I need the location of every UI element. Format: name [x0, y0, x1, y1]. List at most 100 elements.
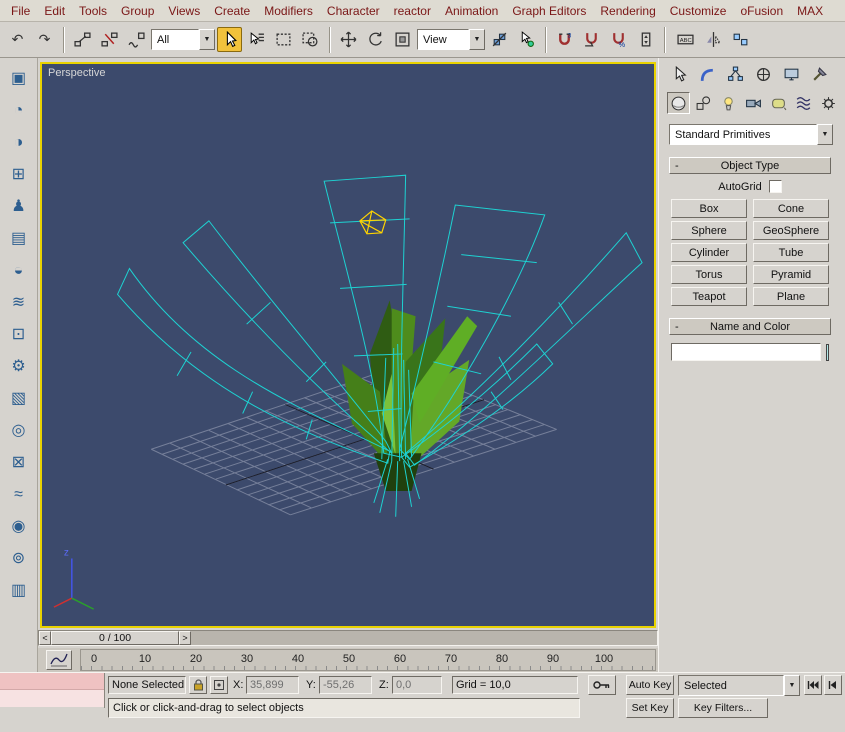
- object-color-swatch[interactable]: [826, 343, 829, 361]
- edit-named-selection-sets-button[interactable]: ABC: [671, 27, 699, 52]
- category-geometry[interactable]: [667, 92, 690, 114]
- category-systems[interactable]: [817, 92, 840, 114]
- category-shapes[interactable]: [692, 92, 715, 114]
- timeline-ruler[interactable]: 0 10 20 30 40 50 60 70 80 90 100: [80, 649, 656, 671]
- select-object-button[interactable]: [217, 27, 242, 52]
- select-and-manipulate-button[interactable]: [514, 27, 539, 52]
- percent-snap-toggle-button[interactable]: %: [606, 27, 631, 52]
- angle-snap-toggle-button[interactable]: [579, 27, 604, 52]
- menu-views[interactable]: Views: [161, 2, 207, 20]
- menu-reactor[interactable]: reactor: [387, 2, 438, 20]
- chevron-down-icon[interactable]: ▼: [469, 29, 485, 50]
- tab-utilities[interactable]: [807, 64, 831, 84]
- reference-coordinate-system-combo[interactable]: View ▼: [417, 29, 485, 50]
- tab-create[interactable]: [667, 64, 691, 84]
- maxscript-mini-listener[interactable]: [0, 673, 105, 708]
- category-space-warps[interactable]: [792, 92, 815, 114]
- reactor-tool-button[interactable]: ◉: [5, 514, 33, 539]
- time-configuration-combo[interactable]: Selected ▼: [678, 675, 800, 696]
- align-button[interactable]: [728, 27, 753, 52]
- chevron-down-icon[interactable]: ▼: [784, 675, 800, 696]
- select-and-scale-button[interactable]: [390, 27, 415, 52]
- previous-frame-button[interactable]: [824, 675, 842, 695]
- tab-hierarchy[interactable]: [723, 64, 747, 84]
- time-slider-next-button[interactable]: >: [179, 631, 191, 645]
- menu-file[interactable]: File: [4, 2, 37, 20]
- box-button[interactable]: Box: [671, 199, 747, 218]
- menu-group[interactable]: Group: [114, 2, 161, 20]
- menu-tools[interactable]: Tools: [72, 2, 114, 20]
- listener-line[interactable]: [0, 690, 104, 707]
- rectangular-selection-region-button[interactable]: [271, 27, 296, 52]
- reactor-tool-button[interactable]: ◔: [5, 98, 33, 123]
- reactor-tool-button[interactable]: ◎: [5, 418, 33, 443]
- unlink-selection-button[interactable]: [97, 27, 122, 52]
- window-crossing-toggle-button[interactable]: [298, 27, 323, 52]
- reactor-tool-button[interactable]: ⊡: [5, 322, 33, 347]
- menu-rendering[interactable]: Rendering: [593, 2, 662, 20]
- sphere-button[interactable]: Sphere: [671, 221, 747, 240]
- time-slider-prev-button[interactable]: <: [39, 631, 51, 645]
- auto-key-button[interactable]: Auto Key: [626, 675, 674, 695]
- tab-display[interactable]: [779, 64, 803, 84]
- reactor-tool-button[interactable]: ▧: [5, 386, 33, 411]
- select-and-move-button[interactable]: [336, 27, 361, 52]
- reactor-tool-button[interactable]: ▣: [5, 66, 33, 91]
- object-name-input[interactable]: [671, 343, 821, 361]
- reactor-tool-button[interactable]: ⊞: [5, 162, 33, 187]
- torus-button[interactable]: Torus: [671, 265, 747, 284]
- reactor-tool-button[interactable]: ⚙: [5, 354, 33, 379]
- tab-modify[interactable]: [695, 64, 719, 84]
- teapot-button[interactable]: Teapot: [671, 287, 747, 306]
- menu-create[interactable]: Create: [207, 2, 257, 20]
- reactor-tool-button[interactable]: ≈: [5, 482, 33, 507]
- reactor-tool-button[interactable]: ◒: [5, 258, 33, 283]
- autogrid-checkbox[interactable]: [768, 180, 782, 193]
- x-coordinate-field[interactable]: 35,899: [246, 676, 299, 694]
- name-and-color-rollout-header[interactable]: - Name and Color: [669, 318, 831, 335]
- time-slider-thumb[interactable]: 0 / 100: [51, 631, 179, 645]
- use-pivot-point-center-button[interactable]: [487, 27, 512, 52]
- redo-button[interactable]: ↷: [32, 27, 57, 52]
- menu-edit[interactable]: Edit: [37, 2, 72, 20]
- category-cameras[interactable]: [742, 92, 765, 114]
- pyramid-button[interactable]: Pyramid: [753, 265, 829, 284]
- reactor-tool-button[interactable]: ⊚: [5, 546, 33, 571]
- select-by-name-button[interactable]: [244, 27, 269, 52]
- absolute-offset-mode-button[interactable]: [210, 676, 228, 694]
- reactor-tool-button[interactable]: ♟: [5, 194, 33, 219]
- set-key-button[interactable]: Set Key: [626, 698, 674, 718]
- go-to-start-button[interactable]: [804, 675, 822, 695]
- y-coordinate-field[interactable]: -55,26: [319, 676, 372, 694]
- set-key-mode-button[interactable]: [588, 675, 616, 695]
- primitives-category-combo[interactable]: Standard Primitives ▼: [669, 124, 833, 145]
- reactor-tool-button[interactable]: ◑: [5, 130, 33, 155]
- chevron-down-icon[interactable]: ▼: [199, 29, 215, 50]
- select-and-rotate-button[interactable]: [363, 27, 388, 52]
- open-mini-curve-editor-button[interactable]: [46, 650, 72, 670]
- cone-button[interactable]: Cone: [753, 199, 829, 218]
- z-coordinate-field[interactable]: 0,0: [392, 676, 442, 694]
- tube-button[interactable]: Tube: [753, 243, 829, 262]
- mirror-button[interactable]: [701, 27, 726, 52]
- geosphere-button[interactable]: GeoSphere: [753, 221, 829, 240]
- viewport-label[interactable]: Perspective: [48, 67, 105, 79]
- category-lights[interactable]: [717, 92, 740, 114]
- undo-button[interactable]: ↶: [5, 27, 30, 52]
- selection-filter-combo[interactable]: All ▼: [151, 29, 215, 50]
- spinner-snap-toggle-button[interactable]: [633, 27, 658, 52]
- chevron-down-icon[interactable]: ▼: [817, 124, 833, 145]
- cylinder-button[interactable]: Cylinder: [671, 243, 747, 262]
- viewport-canvas[interactable]: z: [42, 64, 654, 626]
- macro-recorder-line[interactable]: [0, 673, 104, 690]
- menu-modifiers[interactable]: Modifiers: [257, 2, 320, 20]
- menu-character[interactable]: Character: [320, 2, 387, 20]
- object-type-rollout-header[interactable]: - Object Type: [669, 157, 831, 174]
- perspective-viewport[interactable]: z Perspective: [40, 62, 656, 628]
- menu-graph-editors[interactable]: Graph Editors: [505, 2, 593, 20]
- category-helpers[interactable]: [767, 92, 790, 114]
- menu-maxscript[interactable]: MAX: [790, 2, 830, 20]
- menu-animation[interactable]: Animation: [438, 2, 505, 20]
- snap-toggle-3d-button[interactable]: 3: [552, 27, 577, 52]
- reactor-tool-button[interactable]: ▤: [5, 226, 33, 251]
